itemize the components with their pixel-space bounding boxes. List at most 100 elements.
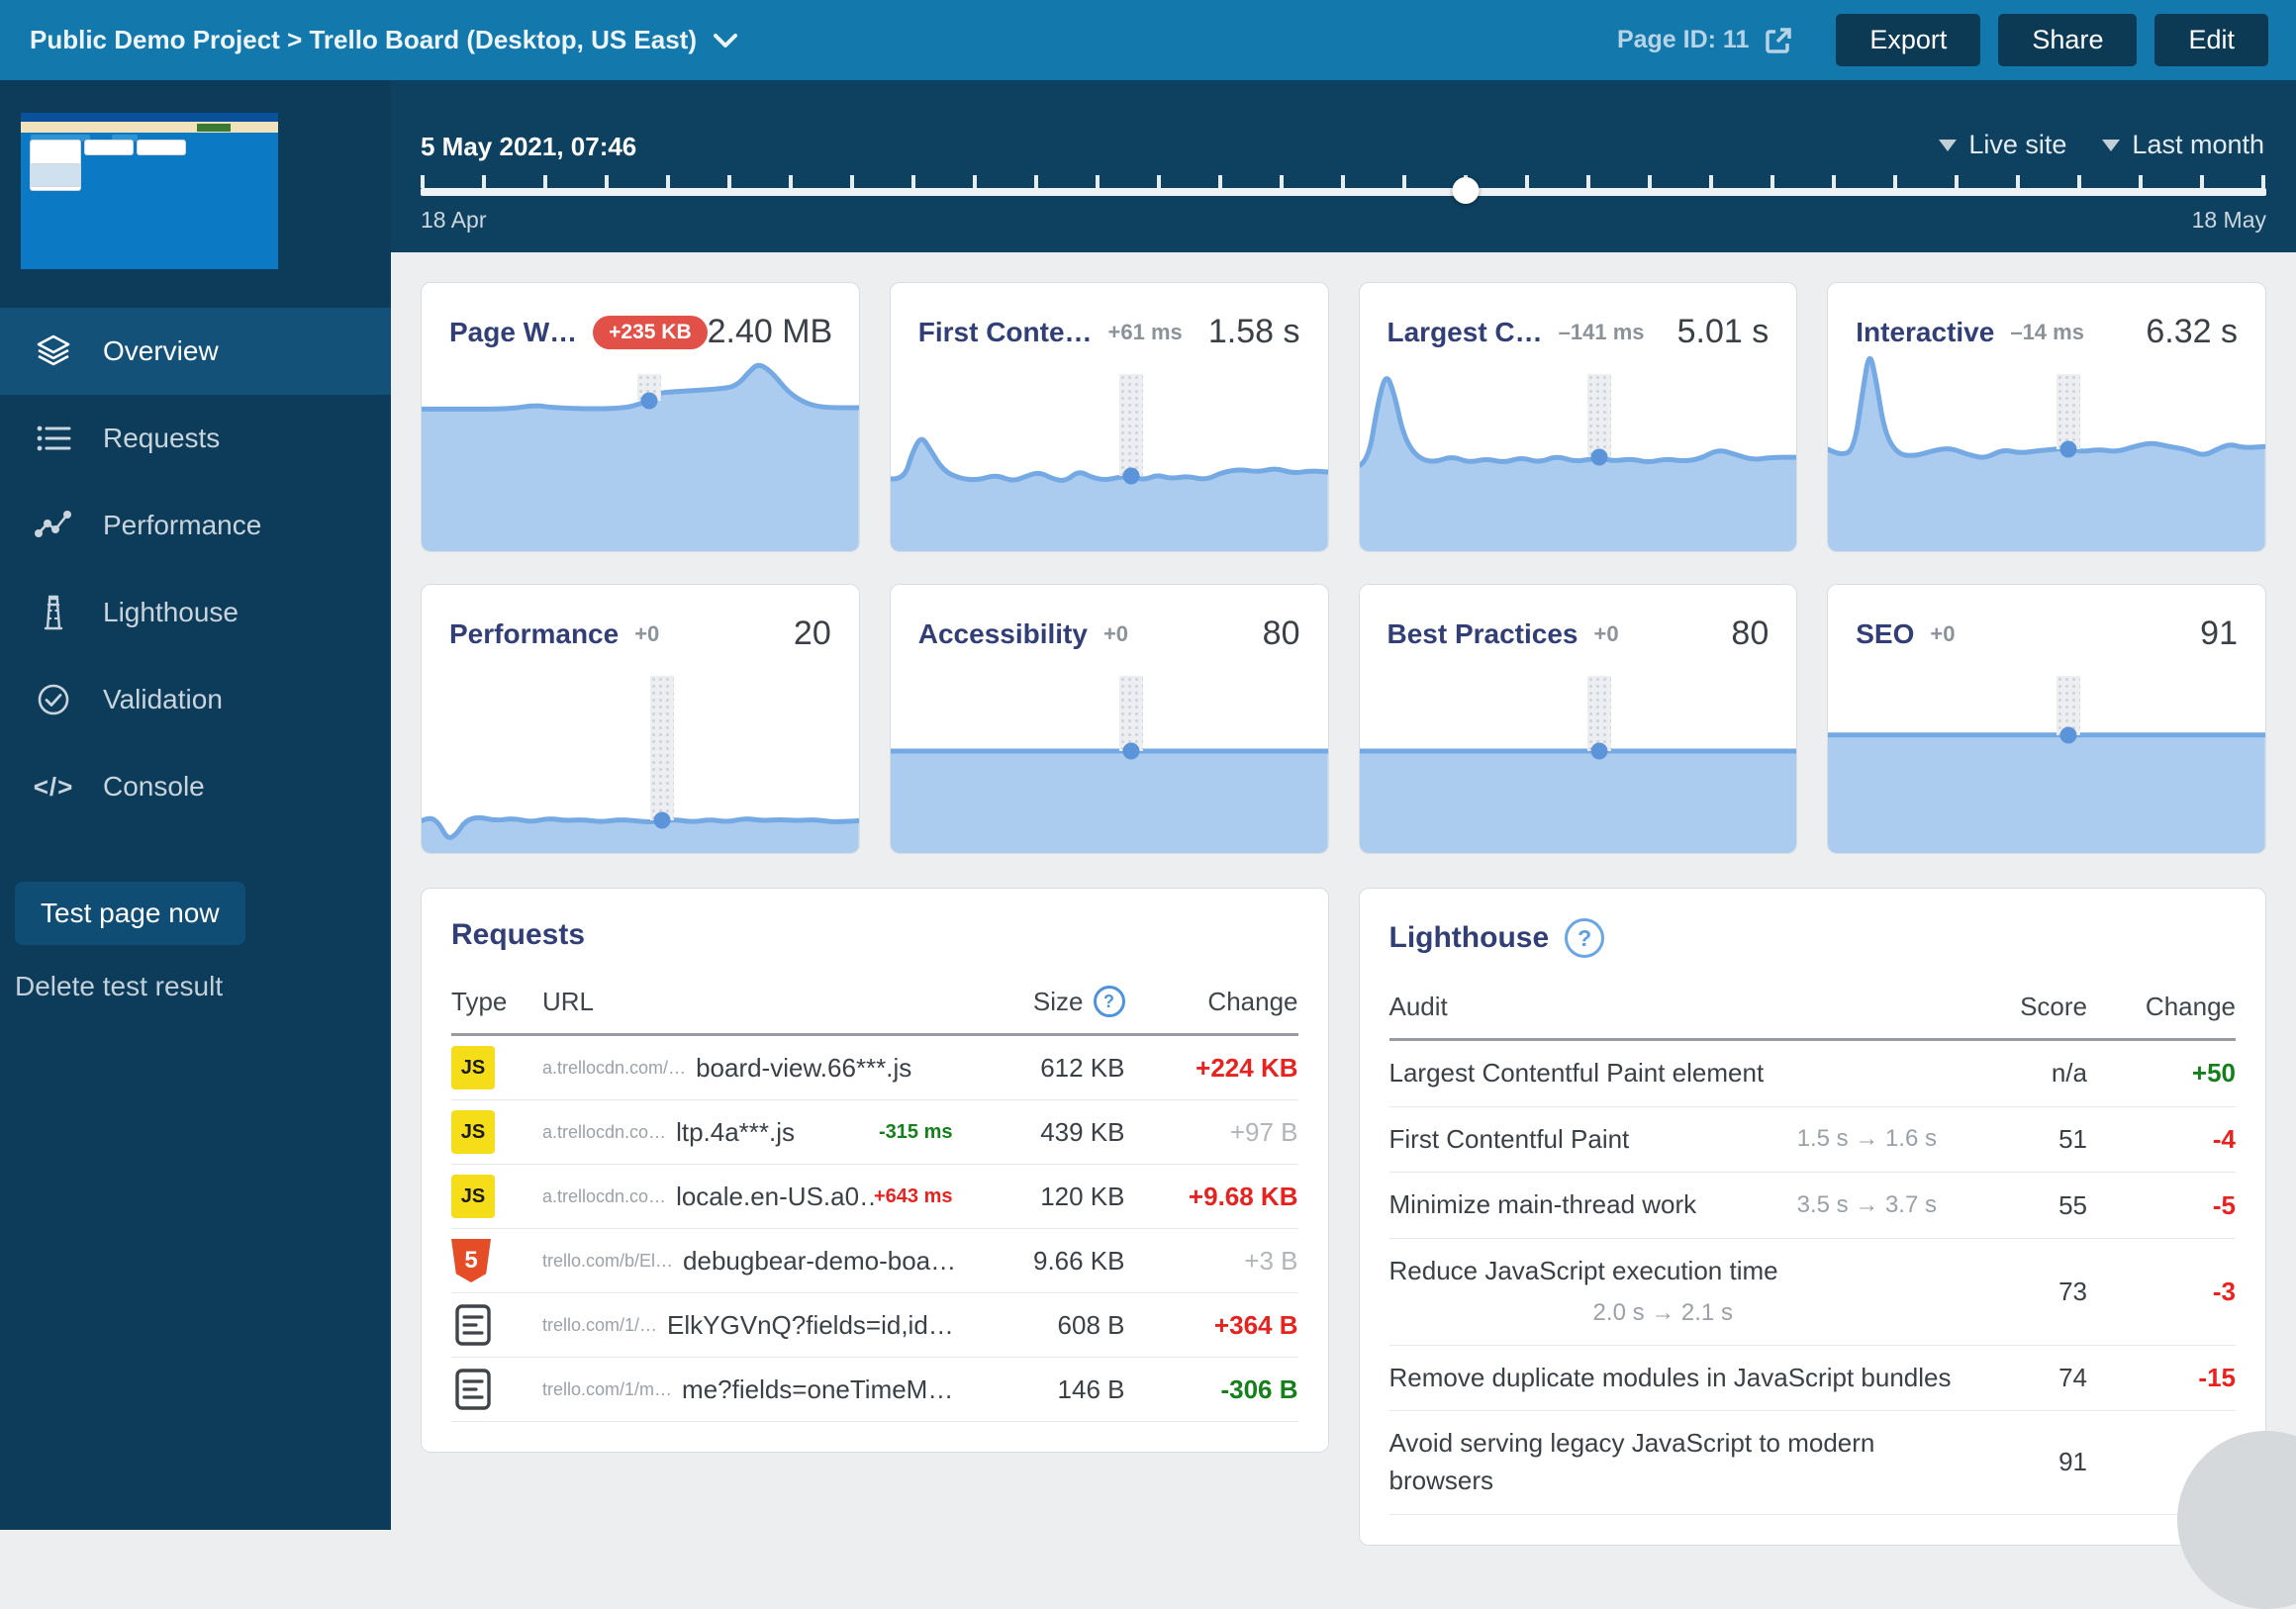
requests-rows: JS a.trellocdn.com/… board-view.66***.js…: [451, 1036, 1298, 1422]
test-page-now-button[interactable]: Test page now: [15, 882, 245, 945]
javascript-icon: JS: [451, 1110, 495, 1154]
audit-score: 55: [1959, 1190, 2087, 1221]
metric-card-title: Accessibility: [918, 618, 1088, 650]
sidebar-item-validation[interactable]: Validation: [0, 656, 391, 743]
lighthouse-audit-row[interactable]: Minimize main-thread work 3.5 s → 3.7 s …: [1389, 1173, 2237, 1239]
metric-card-title: Page W…: [449, 317, 577, 348]
audit-change: -4: [2087, 1124, 2236, 1155]
request-row[interactable]: JS a.trellocdn.com/… board-view.66***.js…: [451, 1036, 1298, 1100]
timeline-slider-handle[interactable]: [1452, 177, 1479, 204]
metric-card-delta: +0: [1103, 621, 1128, 647]
metric-card-delta: +0: [1930, 621, 1955, 647]
request-row[interactable]: trello.com/1/… ElkYGVnQ?fields=id,id… 60…: [451, 1293, 1298, 1358]
sidebar-item-performance[interactable]: Performance: [0, 482, 391, 569]
timeline-slider[interactable]: [421, 175, 2266, 201]
audit-detail: 3.5 s → 3.7 s: [1797, 1188, 1959, 1223]
metric-card[interactable]: SEO +0 91: [1827, 584, 2266, 854]
requests-panel: Requests Type URL Size ? Change JS a.tre…: [421, 888, 1329, 1453]
sidebar-item-requests[interactable]: Requests: [0, 395, 391, 482]
document-icon: [451, 1368, 495, 1411]
chevron-down-icon: [713, 32, 738, 49]
selected-run-marker: [1119, 676, 1143, 751]
lighthouse-audit-row[interactable]: Largest Contentful Paint element n/a +50: [1389, 1041, 2237, 1107]
request-change: +224 KB: [1125, 1053, 1298, 1084]
request-size: 439 KB: [977, 1117, 1125, 1148]
lighthouse-audit-row[interactable]: Reduce JavaScript execution time 2.0 s →…: [1389, 1239, 2237, 1345]
request-change: -306 B: [1125, 1374, 1298, 1405]
sidebar-item-console[interactable]: </> Console: [0, 743, 391, 830]
html5-icon: 5: [451, 1239, 491, 1282]
lighthouse-audit-row[interactable]: First Contentful Paint 1.5 s → 1.6 s 51 …: [1389, 1107, 2237, 1174]
lighthouse-help-icon[interactable]: ?: [1565, 918, 1604, 958]
request-domain: a.trellocdn.co…: [542, 1186, 666, 1207]
audit-detail: 1.5 s → 1.6 s: [1797, 1122, 1959, 1157]
metric-card-title: Largest C…: [1387, 317, 1543, 348]
audit-name: Largest Contentful Paint element: [1389, 1055, 1765, 1092]
metric-card[interactable]: Interactive –14 ms 6.32 s: [1827, 282, 2266, 552]
triangle-down-icon: [2102, 140, 2120, 151]
document-icon: [451, 1303, 495, 1347]
request-domain: trello.com/b/El…: [542, 1251, 673, 1272]
top-bar: Public Demo Project > Trello Board (Desk…: [0, 0, 2296, 80]
sidebar-item-lighthouse[interactable]: Lighthouse: [0, 569, 391, 656]
metric-card[interactable]: First Conte… +61 ms 1.58 s: [890, 282, 1329, 552]
share-button[interactable]: Share: [1998, 14, 2137, 66]
metric-card-delta: +235 KB: [593, 316, 707, 349]
range-end-label: 18 May: [2192, 207, 2266, 234]
metric-card-value: 1.58 s: [1208, 313, 1300, 351]
delete-test-result-link[interactable]: Delete test result: [15, 971, 391, 1002]
request-change: +3 B: [1125, 1246, 1298, 1277]
thumbnail-topbar: [21, 113, 278, 122]
edit-button[interactable]: Edit: [2154, 14, 2268, 66]
metric-card[interactable]: Accessibility +0 80: [890, 584, 1329, 854]
metric-card-delta: –14 ms: [2010, 320, 2084, 345]
timeline-ticks: [421, 175, 2266, 188]
page-id: Page ID: 11: [1617, 25, 1794, 56]
audit-name: Reduce JavaScript execution time: [1389, 1253, 1778, 1290]
audit-name: Remove duplicate modules in JavaScript b…: [1389, 1360, 1952, 1397]
metric-card[interactable]: Performance +0 20: [421, 584, 860, 854]
thumbnail-list-3: [138, 141, 185, 154]
request-domain: trello.com/1/…: [542, 1315, 657, 1336]
selected-run-dot: [2060, 441, 2077, 458]
audit-score: 51: [1959, 1124, 2087, 1155]
export-button[interactable]: Export: [1836, 14, 1980, 66]
request-size: 146 B: [977, 1374, 1125, 1405]
audit-name: Minimize main-thread work: [1389, 1186, 1697, 1224]
audit-name: Avoid serving legacy JavaScript to moder…: [1389, 1425, 1960, 1499]
request-size: 120 KB: [977, 1182, 1125, 1212]
page-screenshot-thumbnail[interactable]: [21, 113, 278, 269]
metric-card-value: 20: [794, 615, 831, 653]
col-header-change: Change: [1125, 987, 1298, 1017]
audit-name: First Contentful Paint: [1389, 1121, 1630, 1159]
size-help-icon[interactable]: ?: [1094, 986, 1125, 1017]
selected-run-dot: [1591, 743, 1608, 760]
metric-card[interactable]: Page W… +235 KB 2.40 MB: [421, 282, 860, 552]
metric-card-title: Best Practices: [1387, 618, 1578, 650]
metric-card-value: 91: [2200, 615, 2238, 653]
selected-date: 5 May 2021, 07:46: [421, 132, 636, 162]
audit-detail: 2.0 s → 2.1 s: [1389, 1296, 1960, 1331]
audit-change: -3: [2087, 1277, 2236, 1307]
page-id-label: Page ID: 11: [1617, 26, 1749, 54]
lighthouse-audit-row[interactable]: Avoid serving legacy JavaScript to moder…: [1389, 1411, 2237, 1514]
sidebar-item-overview[interactable]: Overview: [0, 308, 391, 395]
request-row[interactable]: 5 trello.com/b/El… debugbear-demo-boa… 9…: [451, 1229, 1298, 1293]
external-link-icon[interactable]: [1763, 25, 1794, 56]
metric-card[interactable]: Largest C… –141 ms 5.01 s: [1359, 282, 1798, 552]
selected-run-dot: [640, 393, 657, 410]
live-site-dropdown[interactable]: Live site: [1939, 130, 2066, 160]
request-change: +97 B: [1125, 1117, 1298, 1148]
breadcrumb[interactable]: Public Demo Project > Trello Board (Desk…: [30, 25, 738, 55]
request-row[interactable]: trello.com/1/m… me?fields=oneTimeM… 146 …: [451, 1358, 1298, 1422]
last-month-dropdown[interactable]: Last month: [2102, 130, 2264, 160]
lighthouse-audit-row[interactable]: Remove duplicate modules in JavaScript b…: [1389, 1346, 2237, 1412]
request-row[interactable]: JS a.trellocdn.co… locale.en-US.a0… +643…: [451, 1165, 1298, 1229]
request-file: me?fields=oneTimeM…: [682, 1374, 952, 1405]
metric-card[interactable]: Best Practices +0 80: [1359, 584, 1798, 854]
metric-card-value: 80: [1731, 615, 1769, 653]
javascript-icon: JS: [451, 1175, 495, 1218]
request-size: 612 KB: [977, 1053, 1125, 1084]
metric-cards-grid: Page W… +235 KB 2.40 MB First Conte… +61…: [421, 282, 2266, 854]
request-row[interactable]: JS a.trellocdn.co… ltp.4a***.js -315 ms …: [451, 1100, 1298, 1165]
